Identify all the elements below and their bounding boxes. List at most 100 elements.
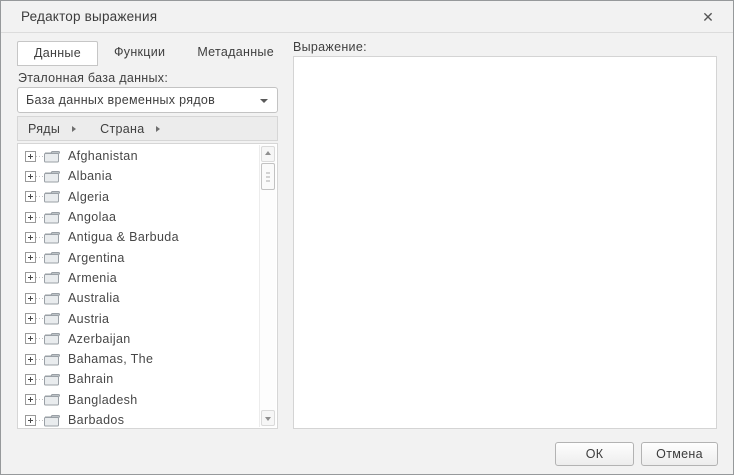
breadcrumb-item[interactable]: Ряды [18, 122, 66, 136]
breadcrumb-arrow-icon[interactable] [72, 126, 76, 132]
expression-editor-dialog: Редактор выражения ✕ ДанныеФункцииМетада… [0, 0, 734, 475]
tree-row[interactable]: Barbados [18, 410, 259, 429]
expression-input[interactable] [293, 56, 717, 429]
folder-icon [44, 292, 60, 305]
tree-item-label: Albania [68, 169, 112, 183]
expression-label: Выражение: [293, 40, 367, 54]
tree-connector [36, 379, 44, 380]
close-icon[interactable]: ✕ [697, 6, 719, 28]
tree-row[interactable]: Angolaa [18, 207, 259, 227]
folder-icon [44, 353, 60, 366]
tree-rows: Afghanistan Albania Algeria Angolaa Anti… [18, 146, 259, 429]
dialog-title: Редактор выражения [21, 9, 157, 24]
expand-plus-icon[interactable] [25, 415, 36, 426]
tree-item-label: Barbados [68, 413, 124, 427]
tree-connector [36, 176, 44, 177]
tree-row[interactable]: Argentina [18, 247, 259, 267]
folder-icon [44, 150, 60, 163]
tree-row[interactable]: Austria [18, 308, 259, 328]
tree-row[interactable]: Bahamas, The [18, 349, 259, 369]
tree-connector [36, 318, 44, 319]
chevron-down-icon [260, 99, 268, 103]
tab-data[interactable]: Данные [17, 41, 98, 66]
database-dropdown[interactable]: База данных временных рядов [17, 87, 278, 113]
folder-icon [44, 251, 60, 264]
tree-item-label: Afghanistan [68, 149, 138, 163]
tree-connector [36, 338, 44, 339]
folder-icon [44, 414, 60, 427]
tree-item-label: Algeria [68, 190, 109, 204]
database-dropdown-value: База данных временных рядов [26, 93, 215, 107]
folder-icon [44, 332, 60, 345]
tree-item-label: Bahamas, The [68, 352, 153, 366]
expand-plus-icon[interactable] [25, 394, 36, 405]
tree-item-label: Australia [68, 291, 120, 305]
folder-icon [44, 170, 60, 183]
scroll-down-button[interactable] [261, 410, 275, 426]
breadcrumb: Ряды Страна [17, 116, 278, 141]
folder-icon [44, 312, 60, 325]
breadcrumb-arrow-icon[interactable] [156, 126, 160, 132]
tree-connector [36, 420, 44, 421]
tree-row[interactable]: Azerbaijan [18, 329, 259, 349]
expand-plus-icon[interactable] [25, 191, 36, 202]
thumb-grip-icon [266, 172, 270, 181]
expand-plus-icon[interactable] [25, 374, 36, 385]
folder-icon [44, 271, 60, 284]
tab-strip: ДанныеФункцииМетаданные [17, 41, 290, 66]
scroll-up-button[interactable] [261, 146, 275, 162]
tree-item-label: Armenia [68, 271, 117, 285]
tree-item-label: Argentina [68, 251, 125, 265]
expand-plus-icon[interactable] [25, 252, 36, 263]
tree-connector [36, 156, 44, 157]
expand-plus-icon[interactable] [25, 151, 36, 162]
tree-row[interactable]: Armenia [18, 268, 259, 288]
tree-row[interactable]: Afghanistan [18, 146, 259, 166]
expand-plus-icon[interactable] [25, 333, 36, 344]
tree-connector [36, 359, 44, 360]
tree-row[interactable]: Algeria [18, 187, 259, 207]
title-bar: Редактор выражения ✕ [1, 1, 733, 33]
tree-item-label: Bahrain [68, 372, 114, 386]
expand-plus-icon[interactable] [25, 272, 36, 283]
country-tree-panel: Afghanistan Albania Algeria Angolaa Anti… [17, 143, 278, 429]
cancel-button[interactable]: Отмена [641, 442, 718, 466]
ok-button[interactable]: ОК [555, 442, 634, 466]
tree-row[interactable]: Albania [18, 166, 259, 186]
expand-plus-icon[interactable] [25, 313, 36, 324]
tab-functions[interactable]: Функции [98, 41, 181, 66]
expand-plus-icon[interactable] [25, 354, 36, 365]
tree-connector [36, 217, 44, 218]
tree-item-label: Azerbaijan [68, 332, 131, 346]
tree-connector [36, 237, 44, 238]
folder-icon [44, 393, 60, 406]
tree-item-label: Angolaa [68, 210, 116, 224]
tree-connector [36, 399, 44, 400]
scrollbar-thumb[interactable] [261, 163, 275, 190]
tree-connector [36, 257, 44, 258]
tree-connector [36, 196, 44, 197]
tree-row[interactable]: Australia [18, 288, 259, 308]
tree-item-label: Bangladesh [68, 393, 138, 407]
expand-plus-icon[interactable] [25, 171, 36, 182]
tree-item-label: Austria [68, 312, 109, 326]
tree-connector [36, 298, 44, 299]
expand-plus-icon[interactable] [25, 212, 36, 223]
tab-metadata[interactable]: Метаданные [181, 41, 290, 66]
folder-icon [44, 373, 60, 386]
folder-icon [44, 211, 60, 224]
expand-plus-icon[interactable] [25, 293, 36, 304]
tree-row[interactable]: Bangladesh [18, 390, 259, 410]
tree-row[interactable]: Bahrain [18, 369, 259, 389]
tree-connector [36, 277, 44, 278]
expand-plus-icon[interactable] [25, 232, 36, 243]
tree-scrollbar[interactable] [259, 145, 276, 427]
database-label: Эталонная база данных: [18, 71, 168, 85]
triangle-down-icon [265, 417, 271, 421]
folder-icon [44, 231, 60, 244]
tree-item-label: Antigua & Barbuda [68, 230, 179, 244]
tree-row[interactable]: Antigua & Barbuda [18, 227, 259, 247]
triangle-up-icon [265, 151, 271, 155]
folder-icon [44, 190, 60, 203]
breadcrumb-item[interactable]: Страна [90, 122, 150, 136]
